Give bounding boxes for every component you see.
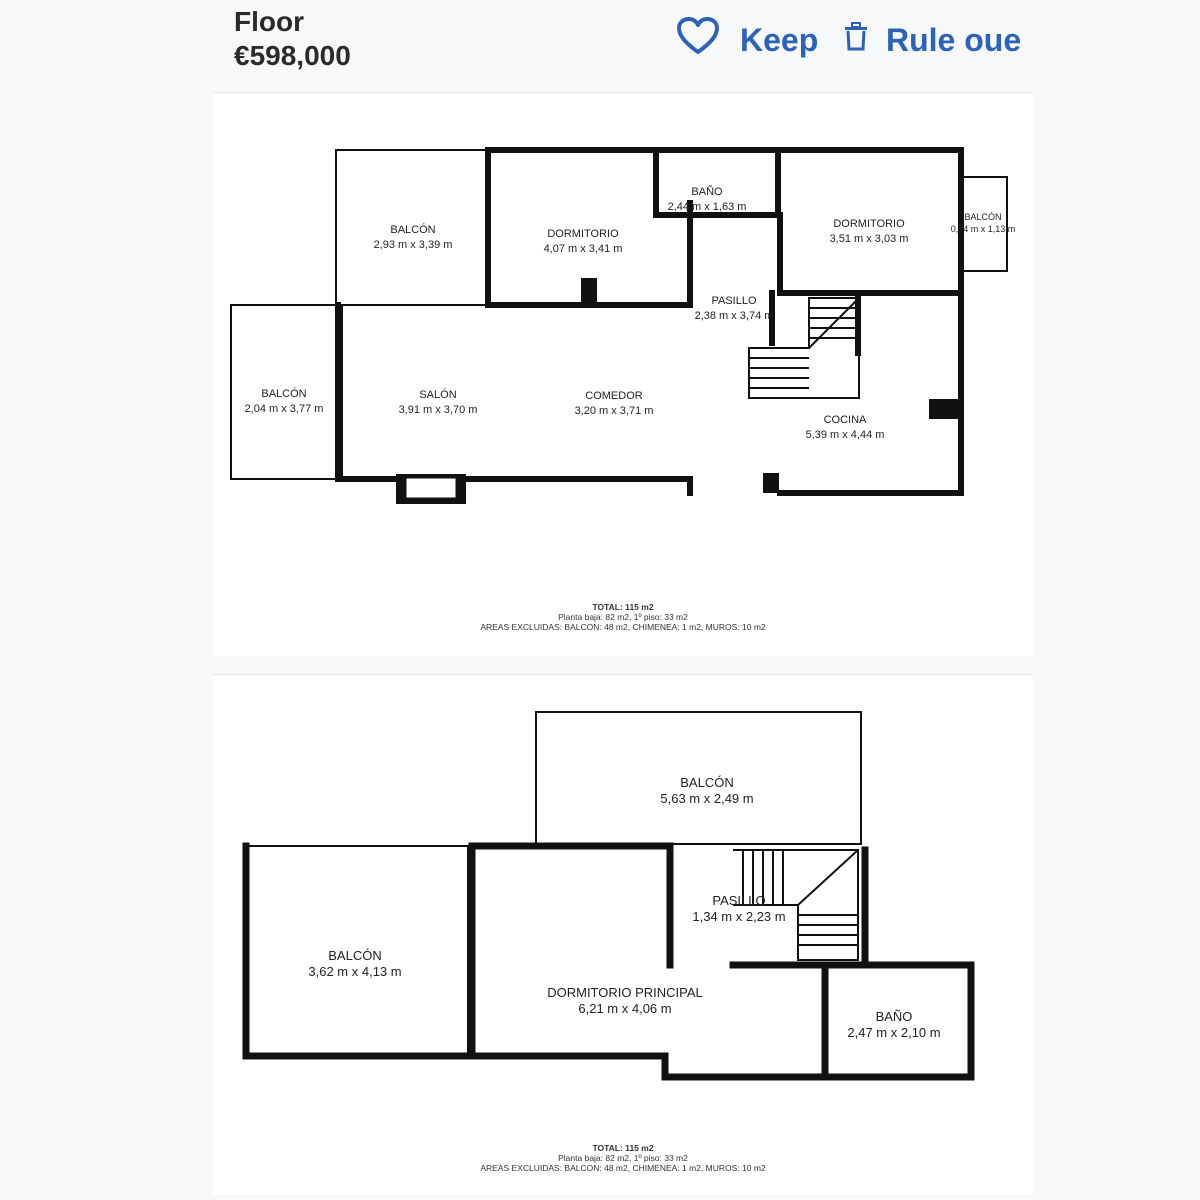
room-dormitorio-2: DORMITORIO 3,51 m x 3,03 m xyxy=(829,218,909,245)
room-balcon-3: BALCÓN 2,04 m x 3,77 m xyxy=(244,388,324,415)
room-balcon-1: BALCÓN 2,93 m x 3,39 m xyxy=(373,224,453,251)
room-pasillo-2: PASILLO 1,34 m x 2,23 m xyxy=(692,893,786,924)
rule-button[interactable]: Rule oue xyxy=(844,18,1021,62)
room-dormitorio-principal: DORMITORIO PRINCIPAL 6,21 m x 4,06 m xyxy=(547,985,703,1016)
keep-button[interactable]: Keep xyxy=(676,16,819,64)
area-summary-1: TOTAL: 115 m2 Planta baja: 82 m2, 1º pis… xyxy=(480,602,766,632)
keep-label: Keep xyxy=(740,21,819,58)
room-bano-2: BAÑO 2,47 m x 2,10 m xyxy=(847,1009,941,1040)
floor-plan-ground-drawing xyxy=(230,147,1008,504)
room-bano-1: BAÑO 2,44 m x 1,63 m xyxy=(667,186,747,213)
room-balcon-4: BALCÓN 5,63 m x 2,49 m xyxy=(660,775,754,806)
room-cocina: COCINA 5,39 m x 4,44 m xyxy=(805,414,885,441)
price-label: €598,000 xyxy=(234,40,351,71)
room-comedor: COMEDOR 3,20 m x 3,71 m xyxy=(574,390,654,417)
room-pasillo-1: PASILLO 2,38 m x 3,74 m xyxy=(694,295,774,322)
heart-icon xyxy=(676,16,720,64)
rule-label: Rule oue xyxy=(886,21,1022,58)
room-dormitorio-1: DORMITORIO 4,07 m x 3,41 m xyxy=(543,228,623,255)
room-balcon-5: BALCÓN 3,62 m x 4,13 m xyxy=(308,948,402,979)
floor-plan-ground: BALCÓN 2,93 m x 3,39 m DORMITORIO 4,07 m x… xyxy=(213,92,1033,656)
room-balcon-2: BALCÓN 0,74 m x 1,13 m xyxy=(950,212,1016,234)
trash-icon xyxy=(844,21,868,59)
floor-plan-first: BALCÓN 5,63 m x 2,49 m PASILLO 1,34 m x 2,… xyxy=(213,674,1033,1195)
area-summary-2: TOTAL: 115 m2 Planta baja: 82 m2, 1º pis… xyxy=(480,1143,766,1173)
floor-plan-first-drawing xyxy=(242,711,975,1081)
page-title: Floor xyxy=(234,6,304,37)
room-salon: SALÓN 3,91 m x 3,70 m xyxy=(398,389,478,416)
